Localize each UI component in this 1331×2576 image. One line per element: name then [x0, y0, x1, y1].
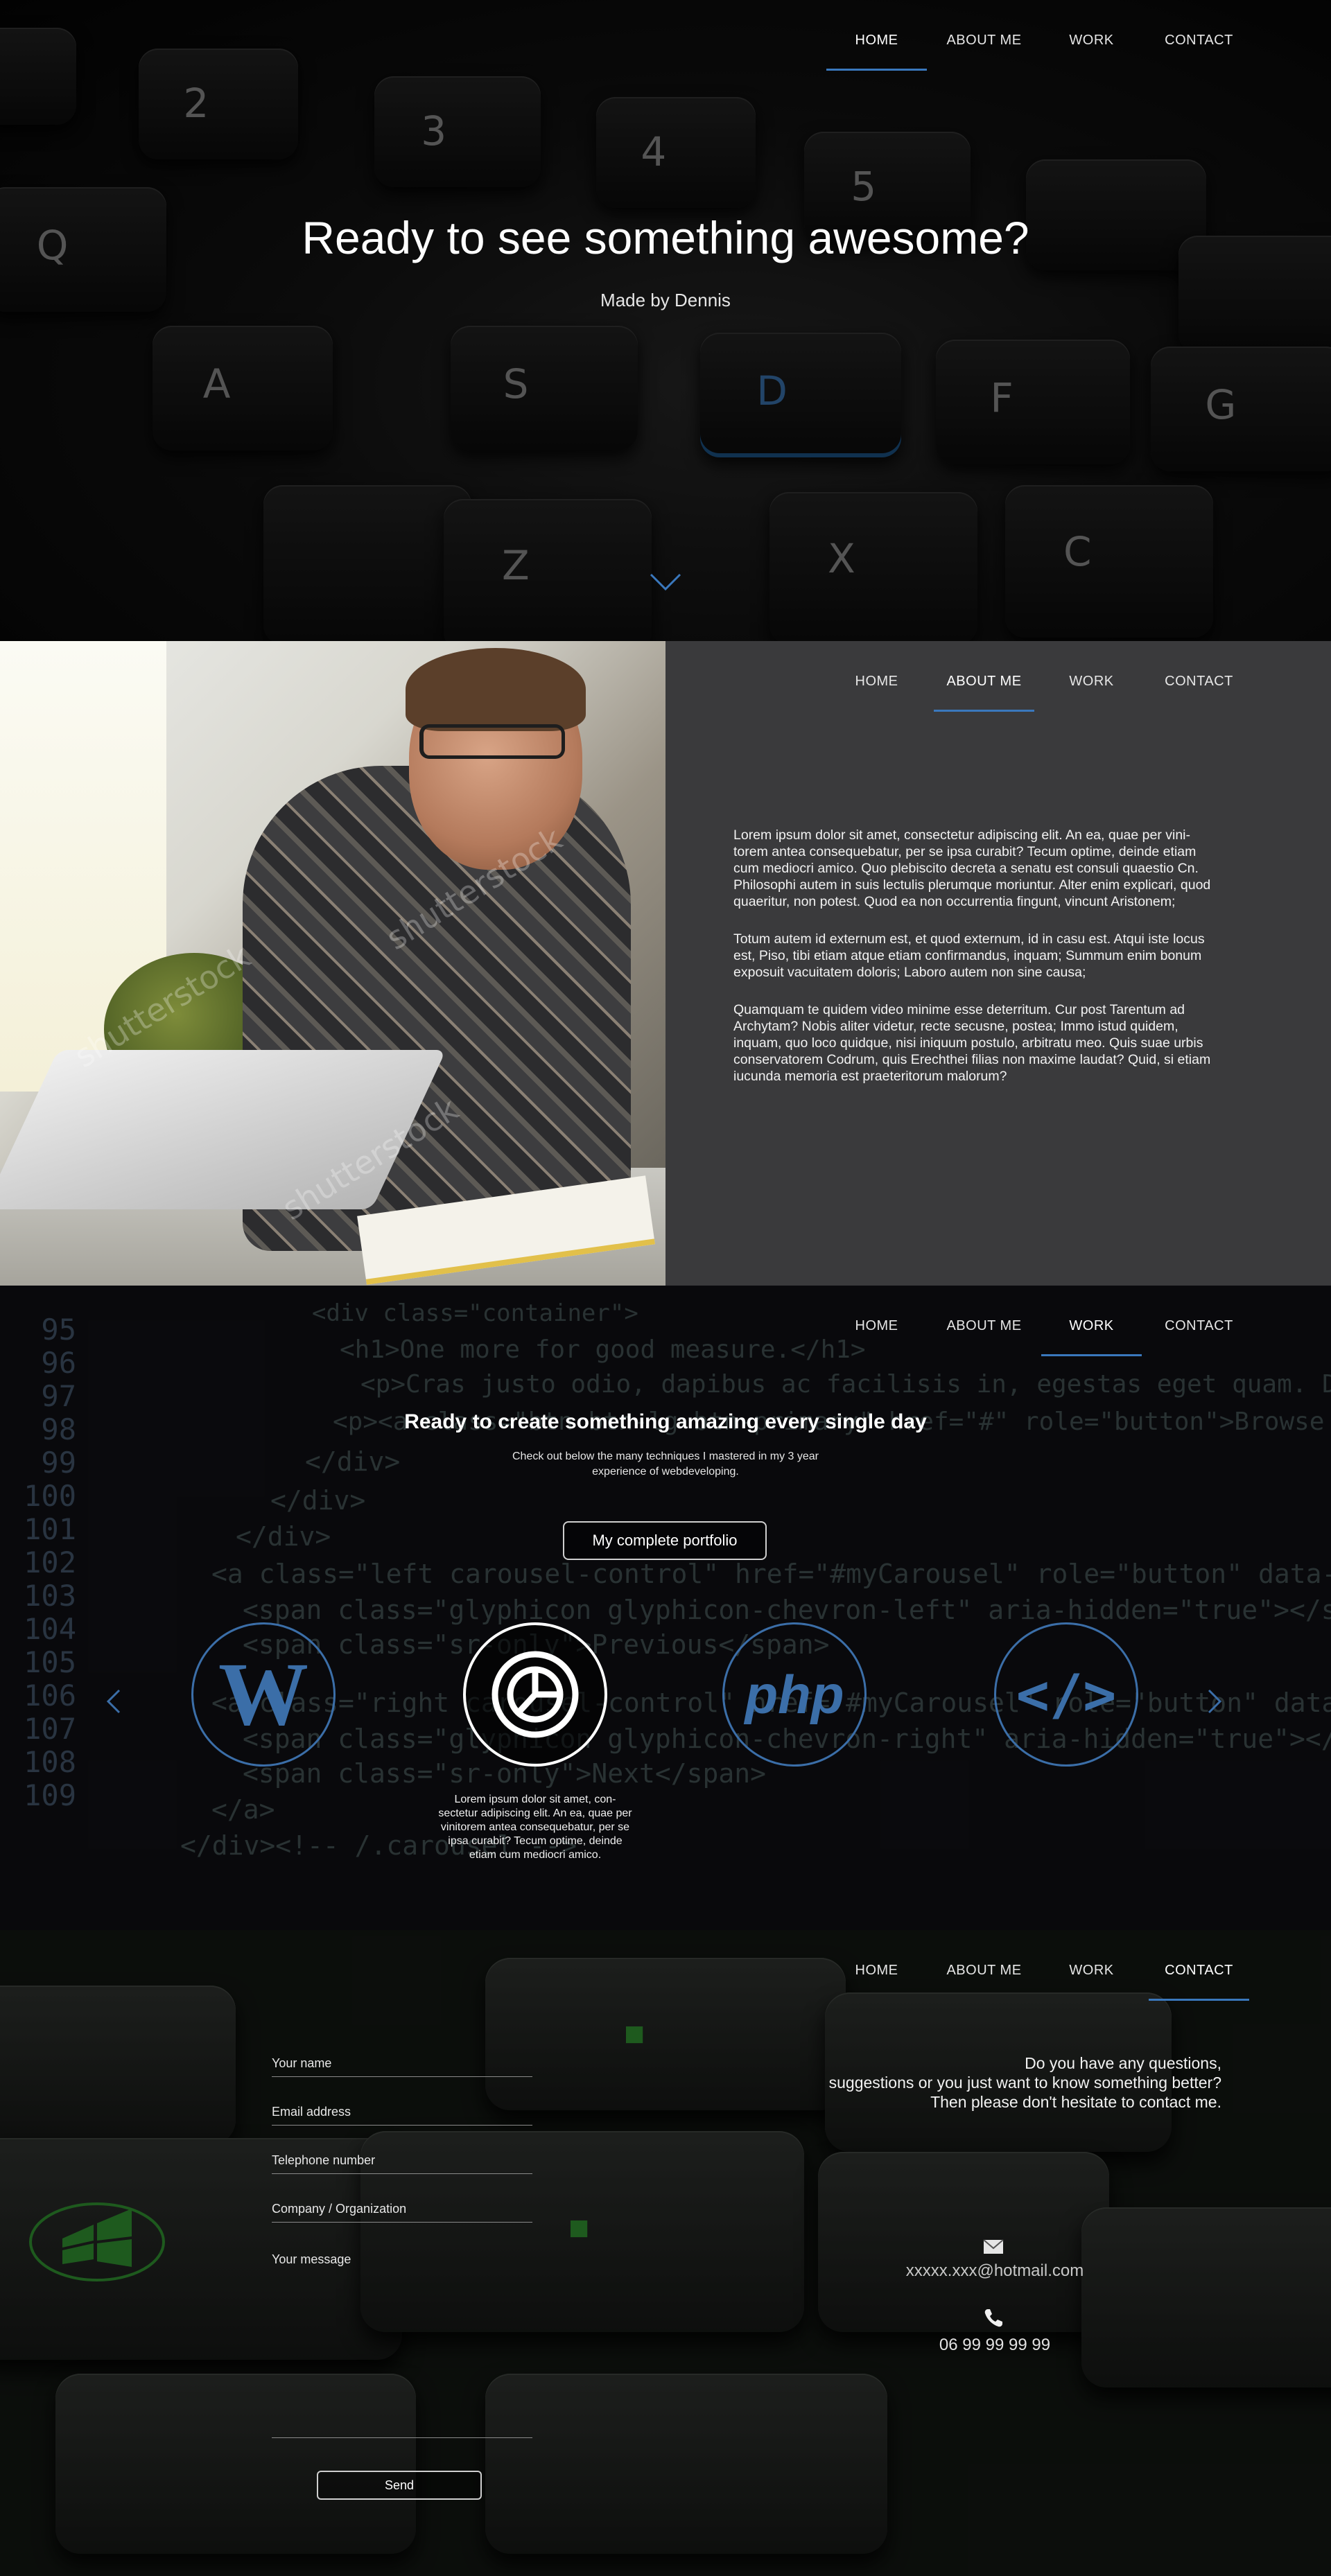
portfolio-button[interactable]: My complete portfolio: [563, 1521, 767, 1560]
nav-work[interactable]: WORK: [1041, 1318, 1142, 1356]
hero-nav: HOME ABOUT ME WORK CONTACT: [819, 0, 1249, 80]
chevron-down-icon[interactable]: [649, 572, 682, 592]
nav-work[interactable]: WORK: [1041, 1963, 1142, 1979]
company-field[interactable]: Company / Organization: [272, 2202, 532, 2223]
code-icon: </>: [1016, 1662, 1117, 1727]
hero-subtitle: Made by Dennis: [600, 290, 731, 310]
contact-overlay: [0, 1930, 1331, 2576]
contact-phone[interactable]: 06 99 99 99 99: [846, 2336, 1144, 2355]
nav-contact[interactable]: CONTACT: [1149, 1963, 1249, 2001]
envelope-icon: [983, 2239, 1004, 2254]
carousel-next-icon[interactable]: [1206, 1688, 1223, 1715]
about-paragraph: Lorem ipsum dolor sit amet, consectetur …: [733, 827, 1211, 909]
profile-photo: shutterstock shutterstock shutterstock: [0, 641, 666, 1286]
nav-home[interactable]: HOME: [826, 1963, 927, 1979]
nav-home[interactable]: HOME: [826, 674, 927, 690]
skill-php[interactable]: php: [722, 1622, 867, 1767]
skill-wordpress[interactable]: W: [191, 1622, 336, 1767]
work-title: Ready to create something amazing every …: [404, 1410, 927, 1433]
contact-email[interactable]: xxxxx.xxx@hotmail.com: [846, 2261, 1144, 2281]
phone-field[interactable]: Telephone number: [272, 2153, 532, 2174]
nav-about[interactable]: ABOUT ME: [934, 674, 1034, 712]
nav-work[interactable]: WORK: [1041, 33, 1142, 49]
nav-about[interactable]: ABOUT ME: [934, 1963, 1034, 1979]
nav-about[interactable]: ABOUT ME: [934, 33, 1034, 49]
nav-contact[interactable]: CONTACT: [1149, 1318, 1249, 1334]
nav-contact[interactable]: CONTACT: [1149, 33, 1249, 49]
nav-work[interactable]: WORK: [1041, 674, 1142, 690]
phone-icon: [984, 2309, 1002, 2327]
pie-chart-icon: [491, 1651, 579, 1738]
contact-intro: Do you have any questions, suggestions o…: [828, 2054, 1221, 2111]
send-button[interactable]: Send: [317, 2471, 482, 2500]
hero-overlay: [0, 0, 1331, 641]
about-paragraph: Quamquam te quidem video minime esse det…: [733, 1002, 1211, 1084]
work-nav: HOME ABOUT ME WORK CONTACT: [819, 1286, 1249, 1366]
about-nav: HOME ABOUT ME WORK CONTACT: [819, 641, 1249, 721]
contact-section: ■ ■ HOME ABOUT ME WORK CONTACT Your name…: [0, 1930, 1331, 2576]
nav-home[interactable]: HOME: [826, 1318, 927, 1334]
nav-home[interactable]: HOME: [826, 33, 927, 71]
work-overlay: [0, 1286, 1331, 1930]
wordpress-icon: W: [218, 1645, 308, 1744]
name-field[interactable]: Your name: [272, 2056, 532, 2077]
hero-title: Ready to see something awesome?: [302, 212, 1029, 263]
work-section: 95 96 97 98 99 100 101 102 103 104 105 1…: [0, 1286, 1331, 1930]
about-text: Lorem ipsum dolor sit amet, consectetur …: [733, 827, 1220, 1105]
skill-caption: Lorem ipsum dolor sit amet, con-sectetur…: [438, 1794, 632, 1861]
message-field[interactable]: Your message: [272, 2252, 532, 2438]
nav-about[interactable]: ABOUT ME: [934, 1318, 1034, 1334]
hero-section: 2 3 4 5 Q A S D F G Z X C HOME ABOUT ME …: [0, 0, 1331, 641]
carousel-prev-icon[interactable]: [105, 1688, 122, 1715]
php-icon: php: [745, 1663, 844, 1725]
email-field[interactable]: Email address: [272, 2105, 532, 2126]
skill-analytics[interactable]: [463, 1622, 607, 1767]
skill-code[interactable]: </>: [994, 1622, 1138, 1767]
work-subtitle: Check out below the many techniques I ma…: [512, 1451, 819, 1478]
about-section: shutterstock shutterstock shutterstock H…: [0, 641, 1331, 1286]
nav-contact[interactable]: CONTACT: [1149, 674, 1249, 690]
contact-nav: HOME ABOUT ME WORK CONTACT: [819, 1930, 1249, 2010]
about-paragraph: Totum autem id externum est, et quod ext…: [733, 931, 1205, 980]
